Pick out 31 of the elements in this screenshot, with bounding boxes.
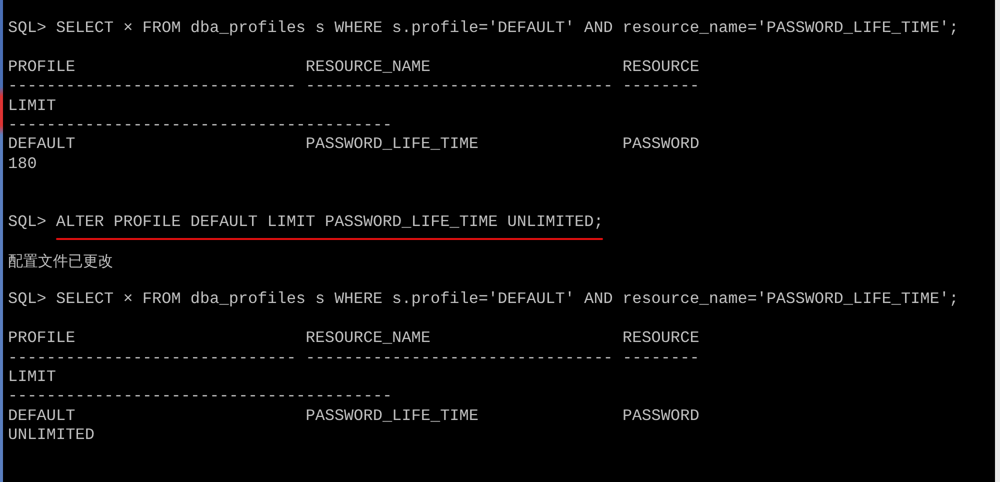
status-message: 配置文件已更改 (8, 252, 113, 272)
sql-command: ALTER PROFILE DEFAULT LIMIT PASSWORD_LIFE_TIME UNLIMITED; (56, 212, 604, 232)
sql-command: SELECT × FROM dba_profiles s WHERE s.profile='DEFAULT' AND resource_name='PASSWORD_LIFE_TIME'; (56, 290, 959, 310)
output-cell-text: ---------------------------------------- (8, 387, 394, 407)
output-cell-text: -------------------------------- (306, 77, 614, 97)
output-cell-text: PASSWORD_LIFE_TIME (306, 135, 480, 155)
sql-prompt: SQL> (8, 212, 46, 232)
output-cell-text: ------------------------------ (8, 348, 298, 368)
output-cell-text: LIMIT (8, 96, 58, 116)
output-cell-text: PASSWORD (622, 135, 700, 155)
output-cell-text: ------------------------------ (8, 77, 298, 97)
output-cell-text: LIMIT (8, 368, 58, 388)
output-cell-text: 180 (8, 154, 38, 174)
output-cell-text: RESOURCE (622, 58, 700, 78)
output-cell-text: RESOURCE (622, 329, 700, 349)
sql-prompt: SQL> (8, 290, 46, 310)
output-cell-text: PASSWORD_LIFE_TIME (306, 406, 480, 426)
output-cell-text: ---------------------------------------- (8, 116, 394, 136)
output-cell-text: UNLIMITED (8, 426, 96, 446)
output-cell-text: DEFAULT (8, 135, 76, 155)
output-cell-text: RESOURCE_NAME (306, 329, 432, 349)
output-cell-text: -------- (622, 77, 700, 97)
output-cell-text: PROFILE (8, 58, 76, 78)
output-cell-text: PASSWORD (622, 406, 700, 426)
sql-command: SELECT × FROM dba_profiles s WHERE s.profile='DEFAULT' AND resource_name='PASSWORD_LIFE_TIME'; (56, 19, 959, 38)
output-cell-text: DEFAULT (8, 406, 76, 426)
sql-prompt: SQL> (8, 19, 46, 38)
output-cell-text: PROFILE (8, 329, 76, 349)
output-cell-text: -------- (622, 348, 700, 368)
output-cell-text: RESOURCE_NAME (306, 58, 432, 78)
output-cell-text: -------------------------------- (306, 348, 614, 368)
